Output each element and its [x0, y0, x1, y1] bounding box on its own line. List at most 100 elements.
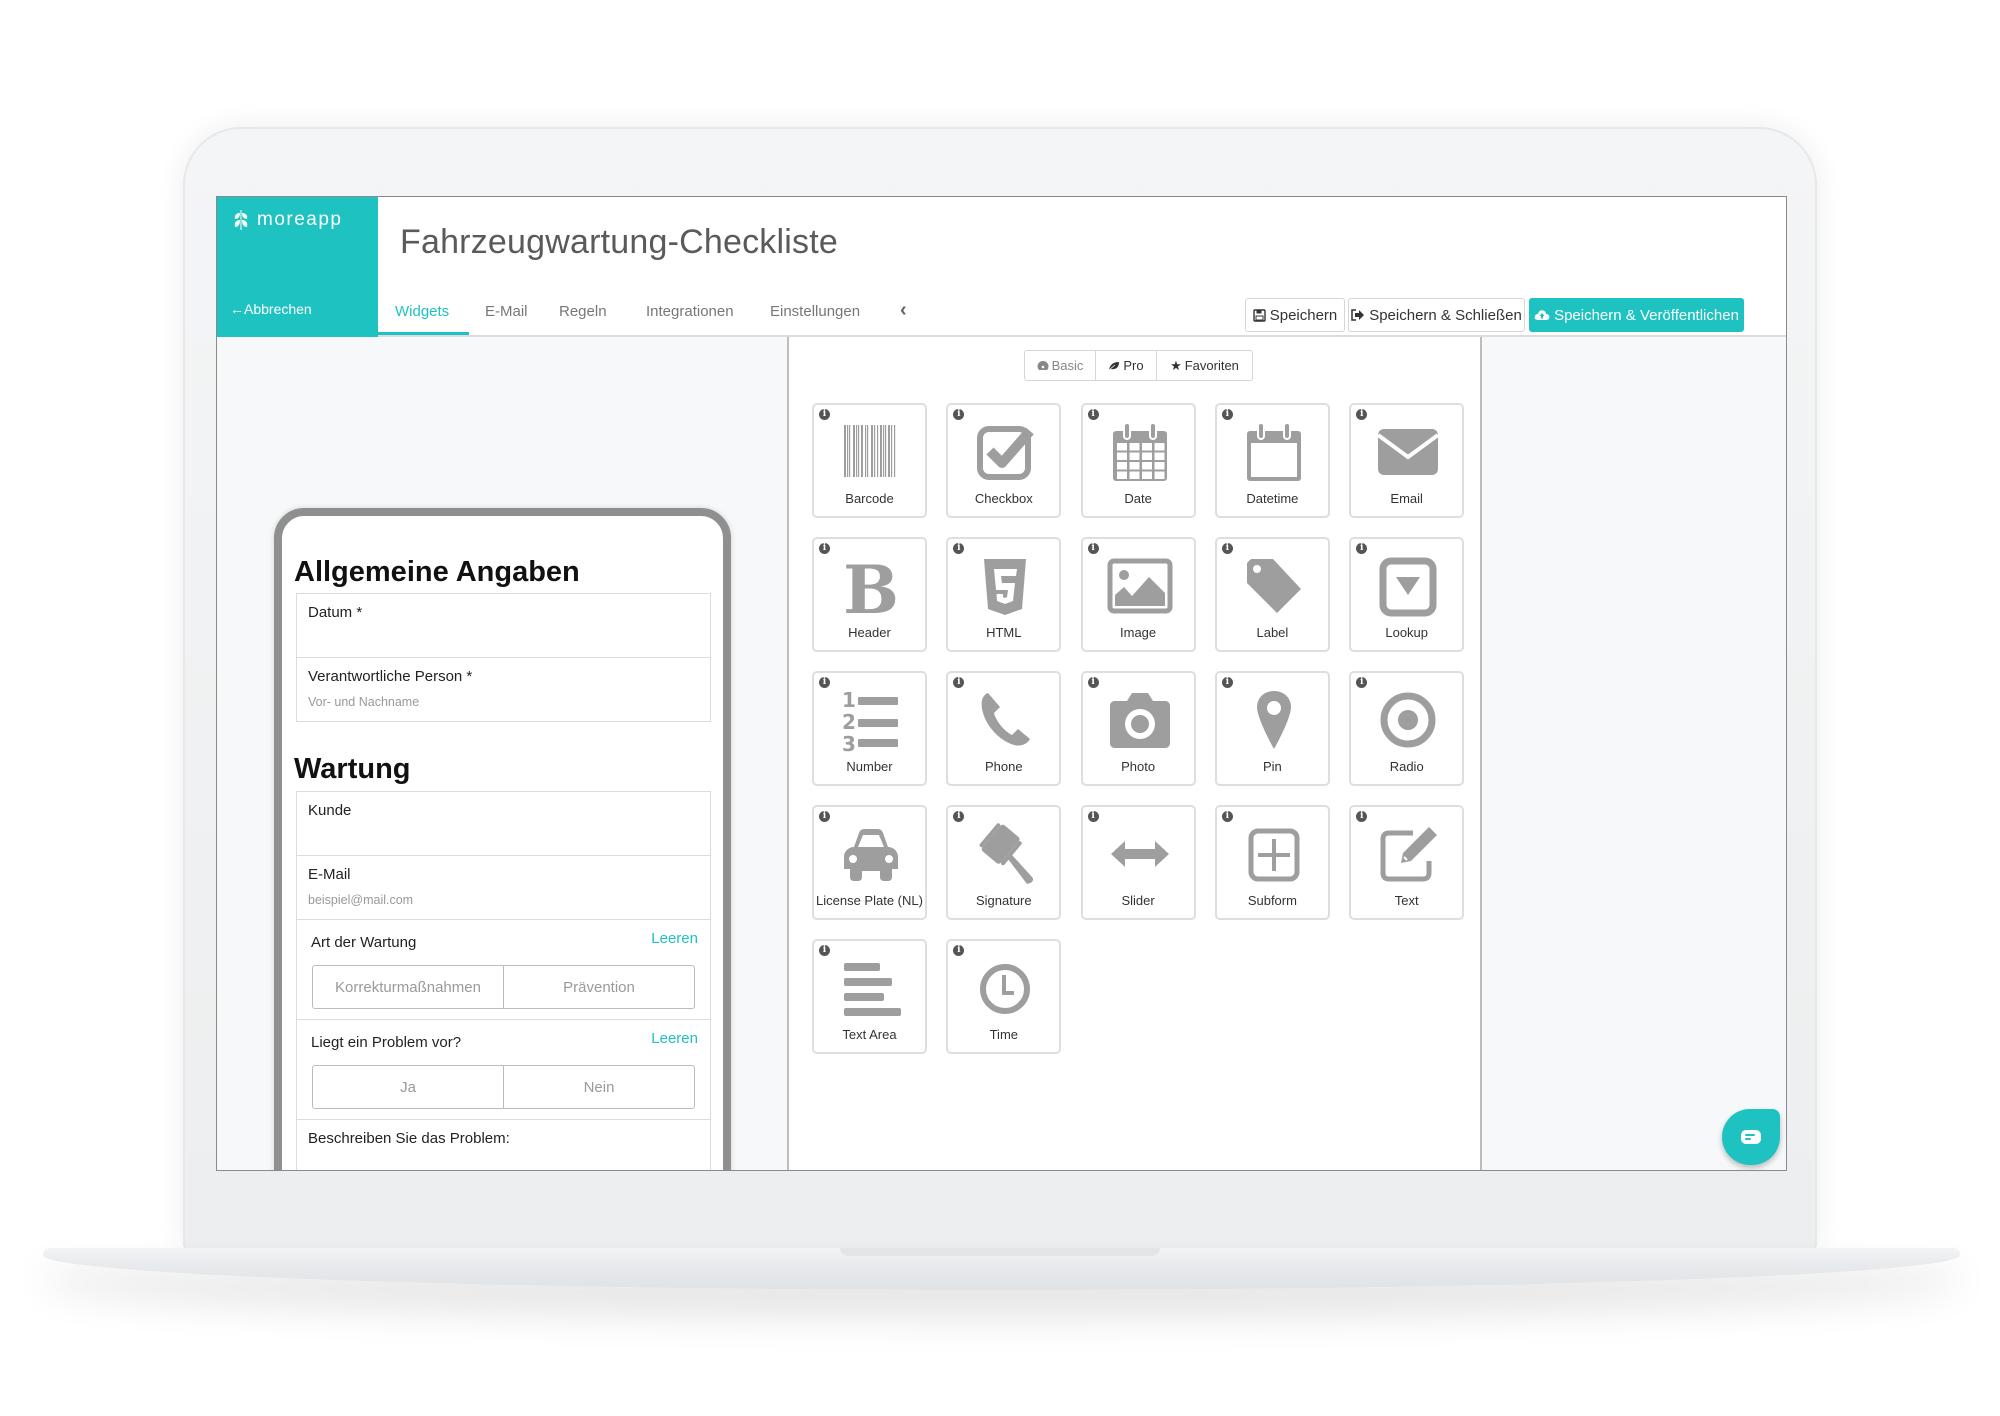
info-icon[interactable]: i: [1087, 543, 1099, 554]
save-button[interactable]: Speichern: [1245, 298, 1345, 332]
option-no[interactable]: Nein: [503, 1066, 694, 1108]
info-icon[interactable]: i: [819, 945, 830, 956]
widget-label: Datetime: [1246, 491, 1299, 506]
widget-tile-license-plate-nl[interactable]: i License Plate (NL): [812, 805, 927, 920]
field-label: Verantwortliche Person *: [308, 668, 473, 685]
person-field[interactable]: Verantwortliche Person * Vor- und Nachna…: [296, 657, 711, 722]
info-icon[interactable]: i: [953, 409, 965, 420]
save-close-button[interactable]: Speichern & Schließen: [1348, 298, 1525, 332]
widget-tile-header[interactable]: i B Header: [812, 537, 927, 652]
widget-tile-date[interactable]: i Date: [1080, 403, 1196, 518]
save-publish-button[interactable]: Speichern & Veröffentlichen: [1529, 298, 1744, 332]
widget-tile-email[interactable]: i Email: [1349, 403, 1465, 518]
info-icon[interactable]: i: [1221, 543, 1233, 554]
widget-tile-radio[interactable]: i Radio: [1349, 671, 1465, 786]
email-field[interactable]: E-Mail beispiel@mail.com: [296, 855, 711, 920]
info-icon[interactable]: i: [1356, 543, 1368, 554]
widget-tile-lookup[interactable]: i Lookup: [1349, 537, 1465, 652]
widget-label: Label: [1256, 625, 1289, 640]
tab-integrations[interactable]: Integrationen: [646, 303, 734, 320]
tab-settings[interactable]: Einstellungen: [770, 303, 860, 320]
cancel-button[interactable]: ←Abbrechen: [230, 301, 312, 317]
info-icon[interactable]: i: [1356, 409, 1368, 420]
info-icon[interactable]: i: [953, 677, 965, 688]
info-icon[interactable]: i: [1221, 811, 1233, 822]
widget-tile-slider[interactable]: i Slider: [1080, 805, 1196, 920]
cancel-label: Abbrechen: [244, 301, 312, 317]
info-icon[interactable]: i: [1221, 677, 1233, 688]
widget-tile-label[interactable]: i Label: [1214, 537, 1330, 652]
calendar-icon: [1112, 422, 1167, 481]
filter-basic[interactable]: Basic: [1025, 351, 1095, 380]
option-corrective[interactable]: Korrekturmaßnahmen: [313, 966, 503, 1008]
problem-segmented-control: Ja Nein: [312, 1065, 695, 1109]
field-label: Beschreiben Sie das Problem:: [308, 1130, 510, 1147]
info-icon[interactable]: i: [953, 811, 965, 822]
info-icon[interactable]: i: [819, 677, 830, 688]
widget-tile-text-area[interactable]: i Text Area: [812, 939, 927, 1054]
widget-tile-number[interactable]: i 1 2 3 Number: [812, 671, 927, 786]
widget-tile-pin[interactable]: i Pin: [1214, 671, 1330, 786]
date-field[interactable]: Datum *: [296, 593, 711, 658]
widget-tile-checkbox[interactable]: i Checkbox: [946, 403, 1062, 518]
option-prevention[interactable]: Prävention: [503, 966, 694, 1008]
widget-label: Date: [1124, 491, 1152, 506]
checkbox-icon: [977, 426, 1035, 480]
widget-tile-subform[interactable]: i Subform: [1214, 805, 1330, 920]
widget-label: Header: [848, 625, 891, 640]
describe-problem-field[interactable]: Beschreiben Sie das Problem:: [296, 1119, 711, 1170]
widget-tile-time[interactable]: i Time: [946, 939, 1062, 1054]
clear-button[interactable]: Leeren: [651, 1030, 698, 1047]
chat-button[interactable]: [1722, 1109, 1780, 1165]
maintenance-type-field: Art der Wartung Leeren Korrekturmaßnahme…: [296, 919, 711, 1020]
info-icon[interactable]: i: [1087, 677, 1099, 688]
info-icon[interactable]: i: [1221, 409, 1233, 420]
widget-tile-phone[interactable]: i Phone: [946, 671, 1062, 786]
widget-label: Phone: [985, 759, 1023, 774]
widget-tile-html[interactable]: i HTML: [946, 537, 1062, 652]
widget-tile-datetime[interactable]: i Datetime: [1214, 403, 1330, 518]
widget-tile-image[interactable]: i Image: [1080, 537, 1196, 652]
problem-field: Liegt ein Problem vor? Leeren Ja Nein: [296, 1019, 711, 1120]
widgets-panel: Basic Pro ★ Favoriten i Barcode i Checkbox i…: [787, 337, 1482, 1170]
car-icon: [844, 829, 898, 881]
option-yes[interactable]: Ja: [313, 1066, 503, 1108]
tab-email[interactable]: E-Mail: [485, 303, 528, 320]
widget-label: Image: [1120, 625, 1157, 640]
filter-pro[interactable]: Pro: [1095, 351, 1156, 380]
widget-label: Text Area: [842, 1027, 897, 1042]
info-icon[interactable]: i: [819, 811, 830, 822]
svg-text:2: 2: [842, 710, 856, 734]
info-icon[interactable]: i: [1356, 677, 1368, 688]
info-icon[interactable]: i: [1356, 811, 1368, 822]
filter-favorites[interactable]: ★ Favoriten: [1156, 351, 1252, 380]
info-icon[interactable]: i: [819, 543, 830, 554]
customer-field[interactable]: Kunde: [296, 791, 711, 856]
phone-icon: [981, 693, 1031, 746]
tab-rules[interactable]: Regeln: [559, 303, 607, 320]
tag-icon: [1246, 559, 1301, 613]
widget-label: Number: [846, 759, 893, 774]
info-icon[interactable]: i: [1087, 811, 1099, 822]
cloud-upload-icon: [1534, 310, 1550, 320]
widget-label: Lookup: [1385, 625, 1429, 640]
widget-label: Slider: [1121, 893, 1155, 908]
chat-bubble-icon: [1741, 1130, 1761, 1144]
chevron-left-icon[interactable]: ‹: [900, 299, 907, 322]
widget-label: License Plate (NL): [816, 893, 923, 908]
logo: moreapp: [233, 209, 343, 231]
widget-tile-signature[interactable]: i Signature: [946, 805, 1062, 920]
widget-tile-barcode[interactable]: i Barcode: [812, 403, 927, 518]
info-icon[interactable]: i: [953, 543, 965, 554]
info-icon[interactable]: i: [819, 409, 830, 420]
info-icon[interactable]: i: [1087, 409, 1099, 420]
plus-square-icon: [1248, 828, 1300, 882]
picture-icon: [1107, 558, 1173, 614]
info-icon[interactable]: i: [953, 945, 965, 956]
clear-button[interactable]: Leeren: [651, 930, 698, 947]
dropdown-icon: [1379, 557, 1437, 617]
widget-label: Photo: [1121, 759, 1156, 774]
widget-tile-text[interactable]: i Text: [1349, 805, 1465, 920]
tab-widgets[interactable]: Widgets: [395, 303, 449, 320]
widget-tile-photo[interactable]: i Photo: [1080, 671, 1196, 786]
